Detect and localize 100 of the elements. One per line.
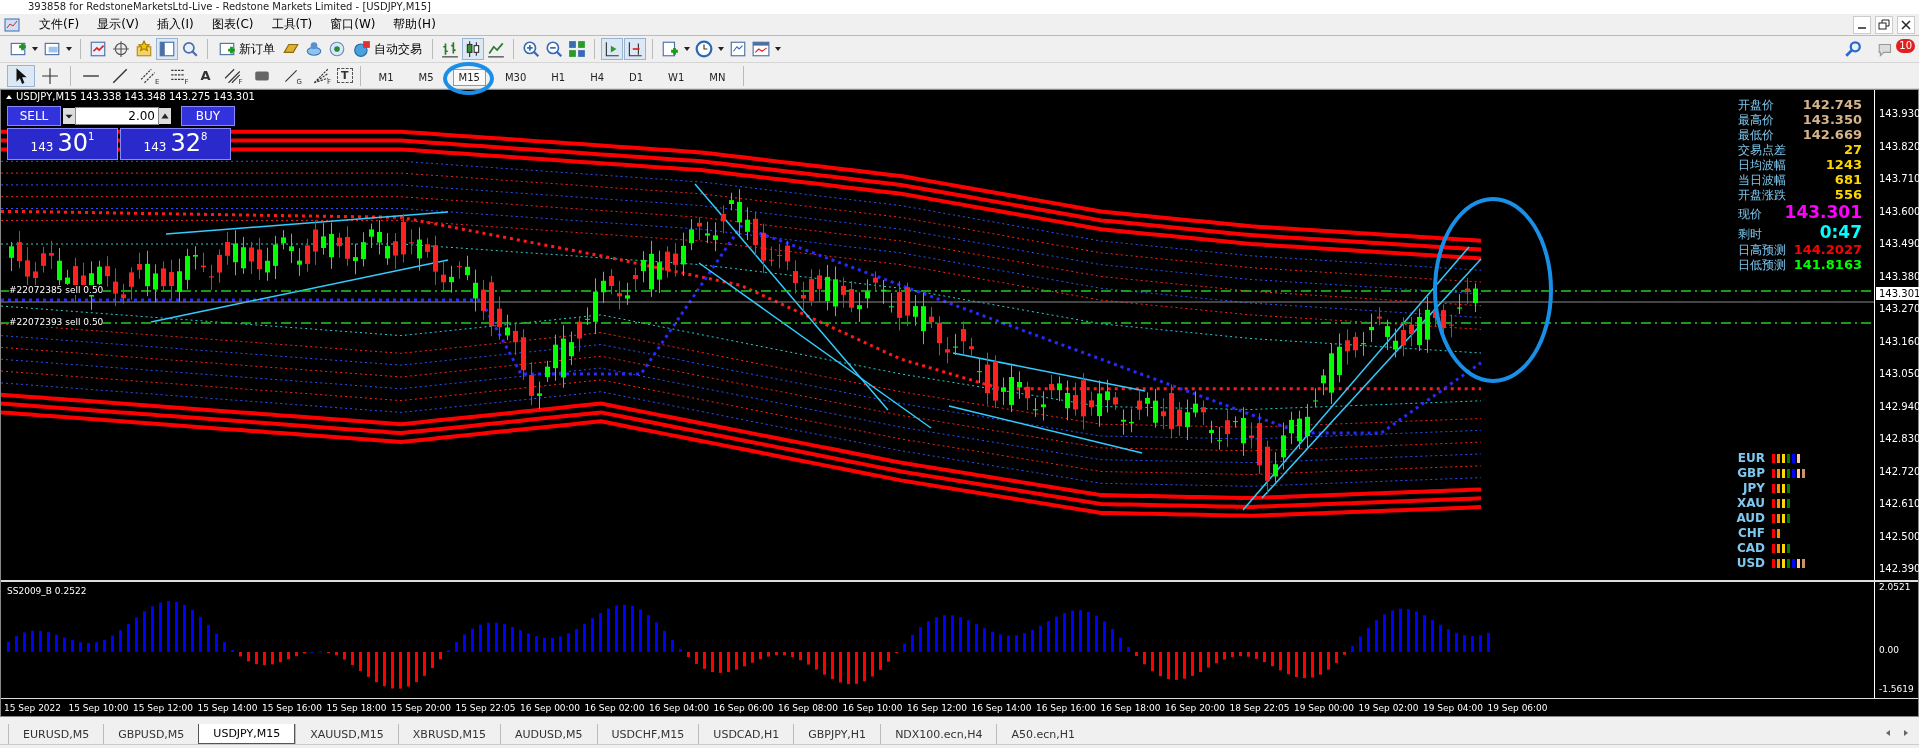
notification-badge: 10 [1896,39,1915,53]
trend-line[interactable] [150,259,449,323]
trend-line[interactable] [165,211,449,235]
sell-button[interactable]: SELL [7,106,61,126]
indicator-axis-label: -1.5619 [1879,684,1914,694]
indicator-axis-label: 0.00 [1879,645,1900,655]
clock-icon[interactable] [694,39,714,59]
currency-code: XAU [1736,496,1765,510]
menu-item[interactable]: 图表(C) [202,16,263,33]
timeframe-button[interactable]: MN [703,68,732,86]
menu-item[interactable]: 窗口(W) [321,16,385,33]
info-label: 开盘涨跌 [1738,187,1786,204]
time-label: 15 Sep 10:00 [68,702,130,713]
text-tool[interactable]: A [194,68,217,83]
add-indicator-icon[interactable] [660,39,680,59]
bar-chart-icon[interactable] [440,39,460,59]
price-label: 143.160 [1879,334,1919,349]
tile-windows-icon[interactable] [567,39,587,59]
minimize-icon[interactable] [1853,15,1871,34]
price-label: 142.500 [1879,529,1919,544]
indicator-axis-label: 2.0521 [1879,582,1911,592]
time-label: 15 Sep 2022 [4,702,63,713]
zoom-in-icon[interactable] [521,39,541,59]
restore-icon[interactable] [1875,15,1893,34]
trend-line[interactable] [952,352,1146,392]
info-label: 开盘价 [1738,97,1774,114]
menu-item[interactable]: 显示(V) [88,16,148,33]
signal-icon[interactable] [327,39,347,59]
chart-window-icon[interactable] [751,39,771,59]
timeframe-button[interactable]: M30 [498,68,533,86]
trend-line[interactable] [948,405,1143,454]
timeframe-button[interactable]: H1 [545,68,572,86]
info-value: 143.301 [1784,202,1862,222]
order-line-label: #22072393 sell 0.50 [9,317,104,327]
magnifier-icon[interactable] [180,39,200,59]
timeframe-button[interactable]: M1 [372,68,400,86]
menu-item[interactable]: 文件(F) [30,16,89,33]
trend-line[interactable] [694,183,889,411]
search-icon[interactable] [1843,39,1864,59]
timeframe-button[interactable]: H4 [584,68,611,86]
currency-code: GBP [1736,466,1765,480]
time-label: 19 Sep 02:00 [1358,702,1420,713]
menu-item[interactable]: 工具(T) [262,16,322,33]
time-label: 15 Sep 18:00 [326,702,388,713]
auto-scroll-icon[interactable] [602,39,622,59]
price-label: 142.610 [1879,497,1919,511]
candlestick-icon[interactable] [463,39,483,59]
order-line[interactable] [1,322,1874,324]
time-label: 16 Sep 20:00 [1165,702,1227,713]
menu-item[interactable]: 帮助(H) [384,16,445,33]
info-label: 最高价 [1738,112,1774,129]
time-label: 16 Sep 14:00 [971,702,1033,713]
price-label: 142.390 [1879,562,1919,576]
time-label: 15 Sep 12:00 [133,702,195,713]
info-label: 日低预测 [1738,257,1786,274]
timeframe-button[interactable]: D1 [623,68,650,86]
close-icon[interactable] [1897,15,1915,34]
info-value: 1243 [1825,157,1862,172]
price-label: 143.600 [1879,204,1919,219]
info-label: 现价 [1738,206,1762,223]
text-label-tool[interactable]: T [337,68,353,83]
chart-shift-icon[interactable] [625,39,645,59]
auto-trading-button[interactable]: 自动交易 [350,39,425,59]
price-label: 143.930 [1879,107,1919,121]
currency-code: JPY [1741,481,1765,495]
price-label: 143.380 [1879,269,1919,284]
crosshair-icon[interactable] [40,65,60,86]
info-value: 144.2027 [1793,242,1862,257]
price-label: 143.490 [1879,237,1919,251]
time-label: 15 Sep 20:00 [391,702,453,713]
info-value: 142.669 [1802,127,1862,142]
trend-line[interactable] [698,262,932,429]
trend-line[interactable] [1242,246,1470,511]
auto-trading-icon[interactable] [353,40,371,58]
trend-line[interactable] [1261,258,1482,499]
new-order-button[interactable]: 新订单 [215,39,278,59]
star-folder-icon[interactable] [134,39,154,59]
buy-button[interactable]: BUY [181,106,235,126]
info-label: 日均波幅 [1738,157,1786,174]
new-order-icon[interactable] [218,40,236,58]
currency-code: EUR [1736,451,1765,465]
chart-tab[interactable]: USDJPY,M15 [198,724,296,744]
time-label: 18 Sep 22:05 [1229,702,1291,713]
order-line[interactable] [1,290,1874,292]
timeframe-button[interactable]: M15 [452,68,486,86]
menu-item[interactable]: 插入(I) [147,16,203,33]
template-icon[interactable] [728,39,748,59]
currency-code: CAD [1735,541,1765,555]
zoom-out-icon[interactable] [544,39,564,59]
current-price-tag: 143.301 [1876,287,1919,300]
navigator-icon[interactable] [157,39,177,59]
time-label: 16 Sep 12:00 [907,702,969,713]
window-title: 393858 for RedstoneMarketsLtd-Live - Redstone Markets Limited - [USDJPY,M15] [28,1,431,13]
info-value: 143.350 [1802,112,1862,127]
timeframe-button[interactable]: M5 [412,68,440,86]
market-watch-icon[interactable] [88,39,108,59]
timeframe-button[interactable]: W1 [662,68,691,86]
chart-header: USDJPY,M15 143.338 143.348 143.275 143.301 [16,91,255,102]
crosshair-icon[interactable] [111,39,131,59]
lot-size-field[interactable]: 2.00 [75,107,159,125]
